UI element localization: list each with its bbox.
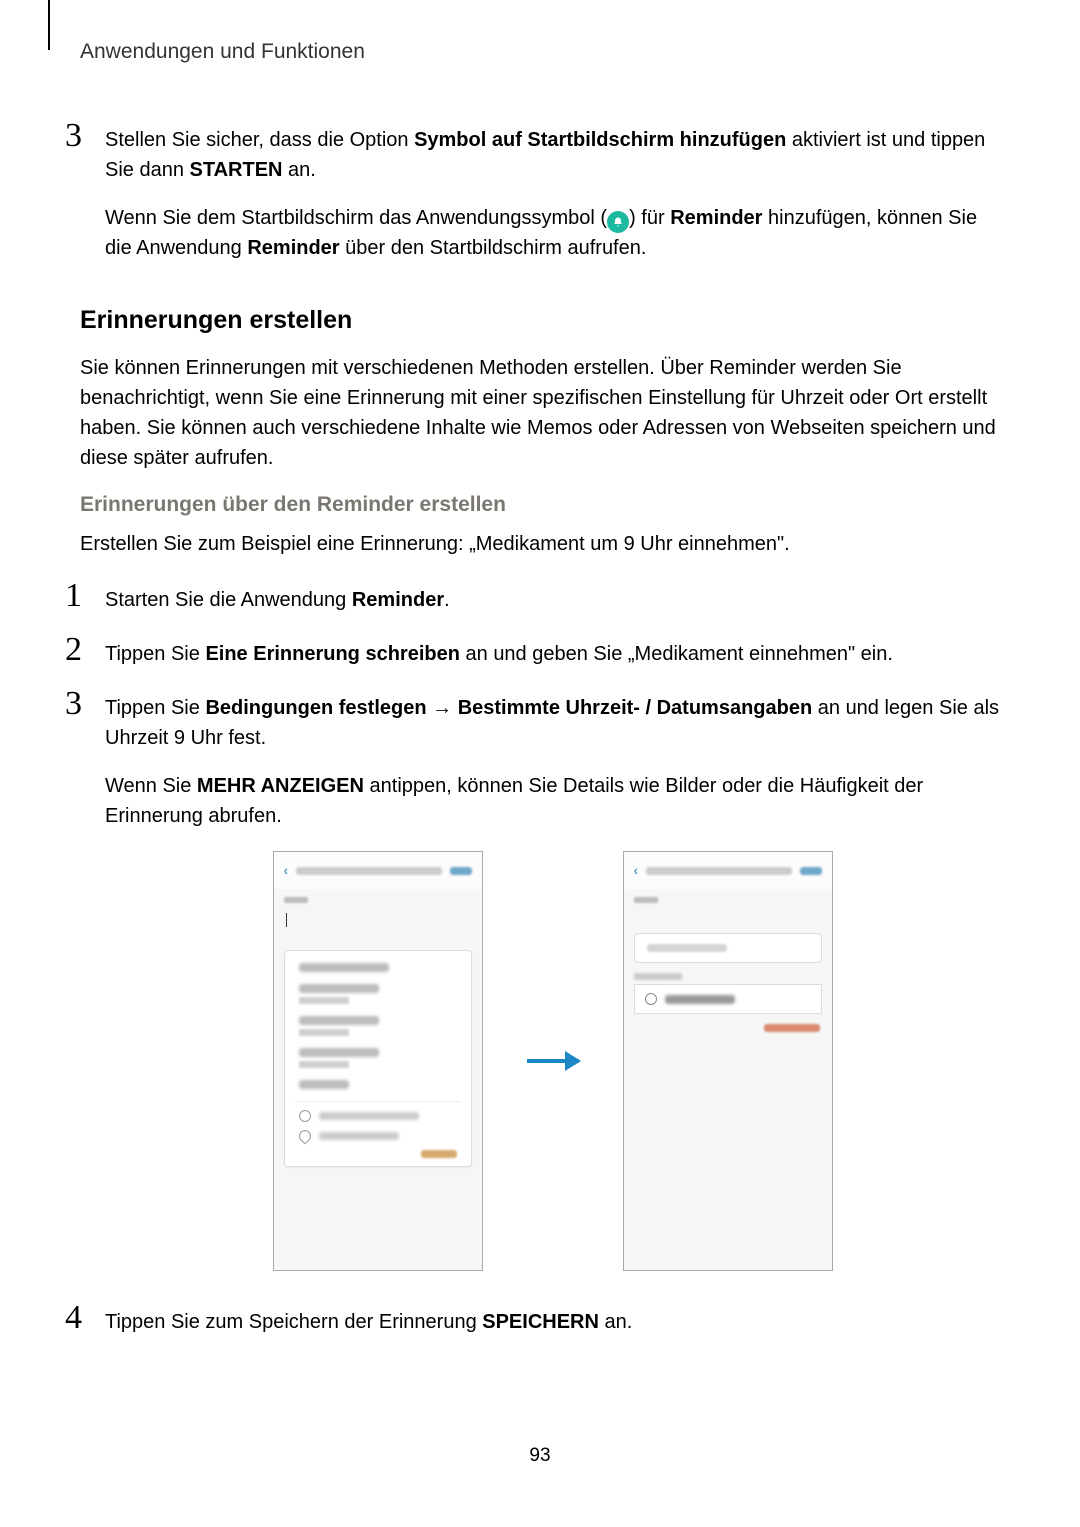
phone-save (800, 867, 822, 875)
step-text: Tippen Sie Bedingungen festlegen → Besti… (105, 693, 1000, 753)
text-cursor (286, 913, 287, 927)
cancel-label (421, 1150, 457, 1158)
margin-rule (48, 0, 50, 50)
step-body: Starten Sie die Anwendung Reminder. (105, 579, 1000, 633)
option-row (299, 1080, 457, 1089)
back-icon: ‹ (634, 860, 639, 881)
option-row (299, 1016, 457, 1036)
clock-icon (645, 993, 657, 1005)
step-text: Starten Sie die Anwendung Reminder. (105, 585, 1000, 615)
add-checklist-card (634, 933, 822, 963)
screenshot-right: ‹ (623, 851, 833, 1271)
option-row (299, 984, 457, 1004)
phone-topbar: ‹ (624, 852, 832, 889)
clock-icon (299, 1110, 311, 1122)
card-heading (299, 963, 389, 972)
step-number: 2 (65, 633, 105, 687)
arrow-between (523, 1059, 583, 1063)
arrow-right-icon (527, 1059, 579, 1063)
step-3: 3 Tippen Sie Bedingungen festlegen → Bes… (65, 687, 1000, 1301)
phone-save (450, 867, 472, 875)
manual-page: Anwendungen und Funktionen 3 Stellen Sie… (0, 0, 1080, 1527)
step-2: 2 Tippen Sie Eine Erinnerung schreiben a… (65, 633, 1000, 687)
subsection-paragraph: Erstellen Sie zum Beispiel eine Erinneru… (80, 529, 1000, 559)
reminder-app-icon (607, 211, 629, 233)
subsection-heading: Erinnerungen über den Reminder erstellen (80, 493, 1000, 517)
page-header: Anwendungen und Funktionen (80, 40, 1000, 64)
memo-label (284, 897, 308, 903)
back-icon: ‹ (284, 860, 289, 881)
phone-topbar: ‹ (274, 852, 482, 889)
step-number: 3 (65, 119, 105, 281)
step-number: 3 (65, 687, 105, 1301)
location-icon (296, 1128, 313, 1145)
condition-time-box (634, 984, 822, 1014)
step-text: Wenn Sie MEHR ANZEIGEN antippen, können … (105, 771, 1000, 831)
section-heading: Erinnerungen erstellen (80, 306, 1000, 335)
step-1: 1 Starten Sie die Anwendung Reminder. (65, 579, 1000, 633)
conditions-card (284, 950, 472, 1167)
specific-time-row (299, 1110, 457, 1122)
add-checklist-label (647, 944, 727, 952)
show-more-label (764, 1024, 820, 1032)
step-body: Tippen Sie zum Speichern der Erinnerung … (105, 1301, 1000, 1355)
step-4: 4 Tippen Sie zum Speichern der Erinnerun… (65, 1301, 1000, 1355)
step-text: Tippen Sie Eine Erinnerung schreiben an … (105, 639, 1000, 669)
divider (295, 1101, 461, 1102)
section-paragraph: Sie können Erinnerungen mit verschiedene… (80, 353, 1000, 473)
conditions-label (634, 973, 682, 980)
step-3-continuation: 3 Stellen Sie sicher, dass die Option Sy… (65, 119, 1000, 281)
screenshot-row: ‹ (105, 851, 1000, 1271)
step-number: 4 (65, 1301, 105, 1355)
row-label (319, 1112, 419, 1120)
page-number: 93 (0, 1445, 1080, 1467)
option-row (299, 1048, 457, 1068)
phone-title (296, 867, 441, 875)
step-body: Tippen Sie Eine Erinnerung schreiben an … (105, 633, 1000, 687)
step-number: 1 (65, 579, 105, 633)
condition-text (665, 995, 735, 1004)
step-body: Stellen Sie sicher, dass die Option Symb… (105, 119, 1000, 281)
row-label (319, 1132, 399, 1140)
phone-title (646, 867, 791, 875)
step-body: Tippen Sie Bedingungen festlegen → Besti… (105, 687, 1000, 1301)
step-text: Stellen Sie sicher, dass die Option Symb… (105, 125, 1000, 185)
memo-input (634, 907, 822, 919)
memo-input (284, 907, 472, 936)
memo-label (634, 897, 658, 903)
specific-location-row (299, 1130, 457, 1142)
step-text: Tippen Sie zum Speichern der Erinnerung … (105, 1307, 1000, 1337)
screenshot-left: ‹ (273, 851, 483, 1271)
step-text: Wenn Sie dem Startbildschirm das Anwendu… (105, 203, 1000, 263)
